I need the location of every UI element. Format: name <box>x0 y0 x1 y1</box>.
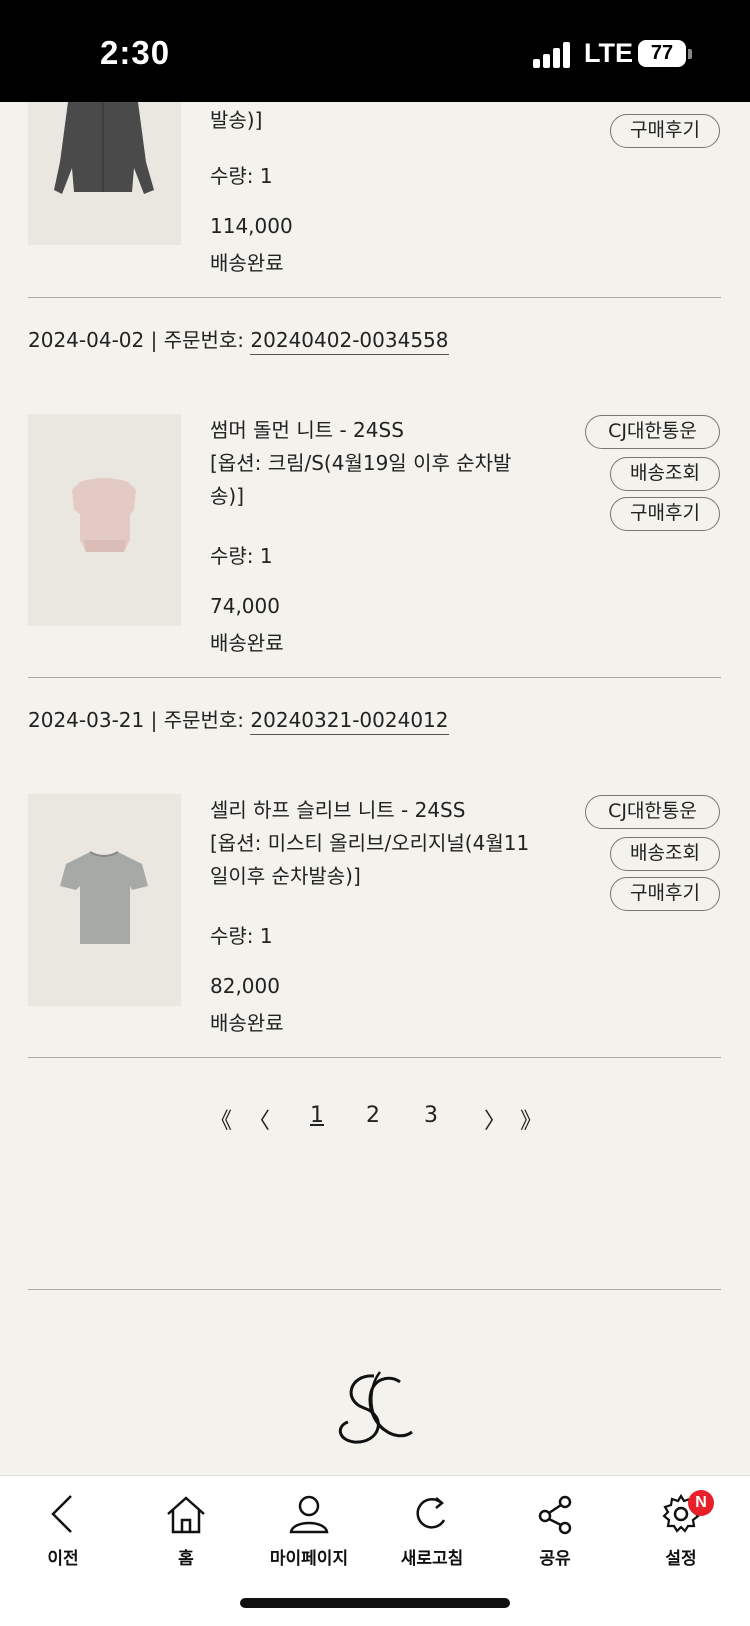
item-name[interactable]: 썸머 돌먼 니트 - 24SS <box>210 414 540 447</box>
home-indicator <box>240 1598 510 1608</box>
prev-page-button[interactable]: 〈 <box>248 1103 270 1135</box>
divider <box>28 677 721 678</box>
brand-logo[interactable] <box>330 1370 420 1450</box>
page-1-button[interactable]: 1 <box>310 1103 324 1128</box>
item-qty: 수량: 1 <box>210 924 273 948</box>
nav-share[interactable]: 공유 <box>500 1492 610 1569</box>
item-qty: 수량: 1 <box>210 544 273 568</box>
order-header: 2024-03-21 | 주문번호: 20240321-0024012 <box>28 704 449 735</box>
home-icon <box>167 1496 205 1534</box>
item-option: [옵션: 크림/S(4월19일 이후 순차발송)] <box>210 451 512 508</box>
order-header: 2024-04-02 | 주문번호: 20240402-0034558 <box>28 324 449 355</box>
page-2-button[interactable]: 2 <box>366 1103 380 1128</box>
item-status: 배송완료 <box>210 631 284 655</box>
user-icon <box>289 1495 329 1534</box>
last-page-button[interactable]: 》 <box>520 1103 542 1135</box>
review-button[interactable]: 구매후기 <box>610 497 720 531</box>
item-name-tail: 발송)] <box>210 108 263 132</box>
item-option: [옵션: 미스티 올리브/오리지널(4월11일이후 순차발송)] <box>210 831 530 888</box>
order-date: 2024-03-21 <box>28 708 145 732</box>
product-image-summer-knit[interactable] <box>28 414 181 626</box>
next-page-button[interactable]: 〉 <box>484 1103 506 1135</box>
order-date: 2024-04-02 <box>28 328 145 352</box>
status-bar: 2:30 LTE 77 <box>0 0 750 102</box>
refresh-icon <box>416 1497 446 1529</box>
item-price: 82,000 <box>210 974 280 998</box>
battery-icon: 77 <box>638 40 686 67</box>
divider <box>28 1057 721 1058</box>
page-3-button[interactable]: 3 <box>424 1103 438 1128</box>
first-page-button[interactable]: 《 <box>210 1103 232 1135</box>
order-no-label: 주문번호: <box>163 328 245 352</box>
nav-back-label: 이전 <box>47 1549 79 1569</box>
nav-back[interactable]: 이전 <box>8 1492 118 1569</box>
network-type: LTE <box>584 38 633 68</box>
bottom-nav: 이전 홈 마이페이지 새로고침 공유 N 설정 <box>0 1475 750 1626</box>
nav-settings[interactable]: N 설정 <box>626 1490 736 1569</box>
nav-refresh-label: 새로고침 <box>400 1549 464 1569</box>
nav-mypage[interactable]: 마이페이지 <box>254 1492 364 1569</box>
product-image-cardigan[interactable] <box>28 102 181 245</box>
pagination: 《 〈 1 2 3 〉 》 <box>0 1103 750 1135</box>
divider <box>28 1289 721 1290</box>
order-sep: | <box>150 328 158 352</box>
nav-home[interactable]: 홈 <box>131 1492 241 1569</box>
product-image-half-sleeve-knit[interactable] <box>28 794 181 1006</box>
review-button[interactable]: 구매후기 <box>610 114 720 148</box>
item-qty: 수량: 1 <box>210 164 273 188</box>
nav-settings-label: 설정 <box>665 1549 697 1569</box>
order-no-label: 주문번호: <box>163 708 245 732</box>
item-status: 배송완료 <box>210 1011 284 1035</box>
order-number-link[interactable]: 20240321-0024012 <box>250 708 449 735</box>
signal-icon <box>533 42 573 68</box>
item-status: 배송완료 <box>210 251 284 275</box>
nav-home-label: 홈 <box>178 1549 194 1569</box>
item-price: 74,000 <box>210 594 280 618</box>
review-button[interactable]: 구매후기 <box>610 877 720 911</box>
status-time: 2:30 <box>100 34 171 71</box>
item-price: 114,000 <box>210 214 293 238</box>
nav-mypage-label: 마이페이지 <box>269 1549 349 1569</box>
item-info: 썸머 돌먼 니트 - 24SS [옵션: 크림/S(4월19일 이후 순차발송)… <box>210 414 540 513</box>
nav-share-label: 공유 <box>539 1549 571 1569</box>
order-number-link[interactable]: 20240402-0034558 <box>250 328 449 355</box>
back-arrow-icon <box>51 1495 72 1533</box>
item-info: 셀리 하프 슬리브 니트 - 24SS [옵션: 미스티 올리브/오리지널(4월… <box>210 794 540 893</box>
notification-badge: N <box>688 1490 714 1516</box>
item-name[interactable]: 셀리 하프 슬리브 니트 - 24SS <box>210 794 540 827</box>
battery-tip <box>688 49 692 59</box>
carrier-button[interactable]: CJ대한통운 <box>585 795 720 829</box>
carrier-button[interactable]: CJ대한통운 <box>585 415 720 449</box>
track-delivery-button[interactable]: 배송조회 <box>610 457 720 491</box>
divider <box>28 297 721 298</box>
share-icon <box>538 1495 572 1535</box>
nav-refresh[interactable]: 새로고침 <box>377 1492 487 1569</box>
track-delivery-button[interactable]: 배송조회 <box>610 837 720 871</box>
order-sep: | <box>150 708 158 732</box>
